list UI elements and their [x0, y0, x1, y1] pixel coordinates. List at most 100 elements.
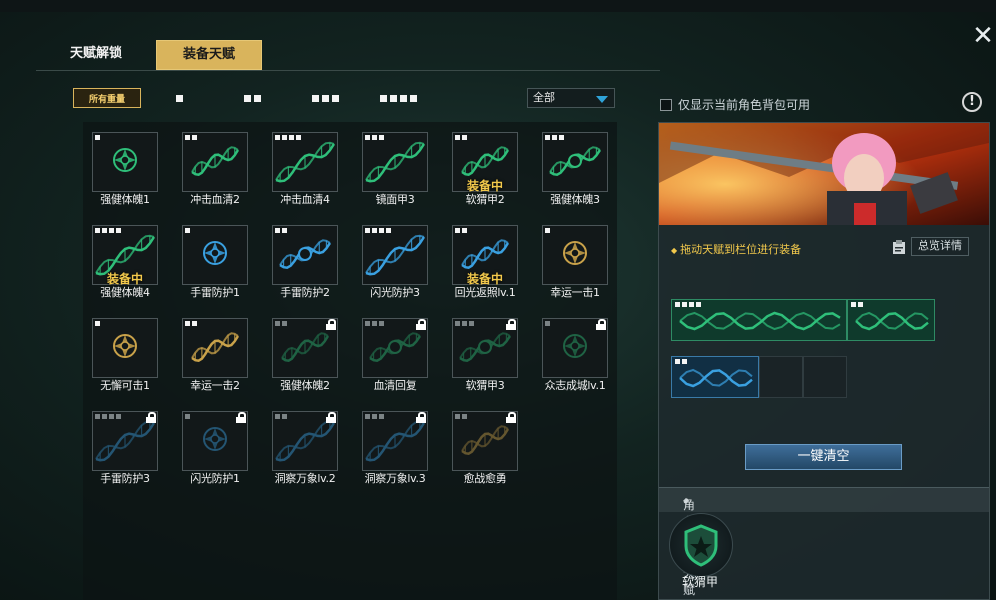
level-pips — [185, 135, 197, 140]
talent-card[interactable]: 幸运一击1 — [542, 225, 608, 299]
drag-hint-text: 拖动天赋到栏位进行装备 — [680, 243, 802, 256]
talent-name: 无懈可击1 — [100, 379, 150, 392]
level-pips — [545, 321, 550, 326]
talent-name: 手雷防护1 — [190, 286, 240, 299]
talent-card[interactable]: 手雷防护2 — [272, 225, 338, 299]
level-pips — [455, 135, 467, 140]
talent-card[interactable]: 强健体魄3 — [542, 132, 608, 206]
talent-card[interactable]: 软猬甲3 — [452, 318, 518, 392]
clear-all-button[interactable]: 一键清空 — [745, 444, 902, 470]
equip-slot[interactable] — [759, 356, 803, 398]
level-pips — [95, 228, 121, 233]
talent-name: 镜面甲3 — [375, 193, 415, 206]
talent-name: 血清回复 — [373, 379, 417, 392]
talent-card[interactable]: 装备中 软猬甲2 — [452, 132, 518, 206]
filter-level-1[interactable] — [176, 88, 183, 108]
talent-card[interactable]: 镜面甲3 — [362, 132, 428, 206]
show-only-available-toggle[interactable]: 仅显示当前角色背包可用 — [660, 96, 810, 113]
category-dropdown[interactable]: 全部 — [527, 88, 615, 108]
tab-talent-unlock[interactable]: 天赋解锁 — [36, 40, 156, 70]
level-pips — [365, 228, 391, 233]
dna-helix-icon — [191, 332, 240, 363]
overview-button[interactable]: 总览详情 — [891, 237, 969, 256]
talent-card[interactable]: 幸运一击2 — [182, 318, 248, 392]
equip-panel: ◆拖动天赋到栏位进行装备 总览详情 一键清空 ◆角色固有天赋 软猬甲 — [658, 122, 990, 600]
shield-star-icon — [684, 524, 718, 567]
talent-card[interactable]: 洞察万象lv.3 — [362, 411, 428, 485]
innate-talent-slot[interactable] — [669, 513, 733, 577]
talent-name: 冲击血清4 — [280, 193, 330, 206]
level-pips — [185, 414, 190, 419]
innate-talent-name: 软猬甲 — [681, 575, 718, 589]
talent-card[interactable]: 手雷防护1 — [182, 225, 248, 299]
talent-name: 闪光防护1 — [190, 472, 240, 485]
talent-card[interactable]: 闪光防护1 — [182, 411, 248, 485]
help-icon[interactable]: ! — [962, 92, 982, 112]
equip-slot[interactable] — [671, 299, 847, 341]
talent-name: 冲击血清2 — [190, 193, 240, 206]
talent-card[interactable]: 强健体魄1 — [92, 132, 158, 206]
level-pips — [95, 414, 121, 419]
talent-card[interactable]: 闪光防护3 — [362, 225, 428, 299]
level-pips — [455, 414, 467, 419]
level-pips — [275, 414, 287, 419]
level-pips — [675, 359, 687, 364]
talent-name: 洞察万象lv.2 — [274, 472, 336, 485]
talent-name: 众志成城lv.1 — [544, 379, 606, 392]
dna-helix-icon — [275, 141, 336, 183]
talent-card[interactable]: 装备中 回光返照lv.1 — [452, 225, 518, 299]
equip-slot[interactable] — [671, 356, 759, 398]
tab-equip-talent[interactable]: 装备天赋 — [156, 40, 262, 70]
talent-card[interactable]: 冲击血清4 — [272, 132, 338, 206]
lock-icon — [416, 412, 426, 423]
level-pips — [545, 135, 564, 140]
talent-grid: 强健体魄1 冲击血清2 冲击血清4 镜面甲3 装备中 软猬甲2 强健体魄3 装备中 强健体魄4 … — [83, 122, 617, 600]
drag-hint: ◆ 拖动天赋到栏位进行装备 — [671, 243, 802, 256]
talent-card[interactable]: 众志成城lv.1 — [542, 318, 608, 392]
filter-level-2[interactable] — [244, 88, 261, 108]
talent-card[interactable]: 无懈可击1 — [92, 318, 158, 392]
equip-slot[interactable] — [847, 299, 935, 341]
dna-helix-icon — [563, 241, 587, 265]
talent-card[interactable]: 血清回复 — [362, 318, 428, 392]
lock-icon — [416, 319, 426, 330]
talent-card[interactable]: 愈战愈勇 — [452, 411, 518, 485]
talent-card[interactable]: 装备中 强健体魄4 — [92, 225, 158, 299]
talent-name: 愈战愈勇 — [463, 472, 507, 485]
talent-card[interactable]: 洞察万象lv.2 — [272, 411, 338, 485]
tab-bar: 天赋解锁 装备天赋 — [36, 40, 262, 70]
level-pips — [185, 228, 190, 233]
filter-level-4[interactable] — [380, 88, 417, 108]
dna-helix-icon — [191, 146, 240, 177]
lock-icon — [596, 319, 606, 330]
talent-name: 手雷防护3 — [100, 472, 150, 485]
checkbox[interactable] — [660, 98, 672, 111]
level-pips — [455, 228, 467, 233]
level-pips — [851, 302, 863, 307]
show-only-label: 仅显示当前角色背包可用 — [678, 98, 811, 112]
talent-name: 幸运一击1 — [550, 286, 600, 299]
filter-all-weight[interactable]: 所有重量 — [73, 88, 141, 108]
level-pips — [95, 135, 100, 140]
character-banner — [659, 123, 989, 225]
overview-label: 总览详情 — [911, 237, 969, 256]
level-pips — [275, 228, 287, 233]
talent-card[interactable]: 强健体魄2 — [272, 318, 338, 392]
talent-card[interactable]: 手雷防护3 — [92, 411, 158, 485]
talent-card[interactable]: 冲击血清2 — [182, 132, 248, 206]
level-pips — [95, 321, 100, 326]
lock-icon — [326, 412, 336, 423]
talent-name: 回光返照lv.1 — [454, 286, 516, 299]
level-pips — [365, 135, 384, 140]
talent-name: 强健体魄3 — [550, 193, 600, 206]
tab-divider — [36, 70, 660, 71]
close-icon[interactable]: ✕ — [972, 23, 994, 49]
level-pips — [365, 321, 384, 326]
equip-slot[interactable] — [803, 356, 847, 398]
talent-name: 强健体魄2 — [280, 379, 330, 392]
lock-icon — [506, 319, 516, 330]
lock-icon — [146, 412, 156, 423]
dna-helix-icon — [113, 148, 137, 172]
level-pips — [365, 414, 384, 419]
filter-level-3[interactable] — [312, 88, 339, 108]
